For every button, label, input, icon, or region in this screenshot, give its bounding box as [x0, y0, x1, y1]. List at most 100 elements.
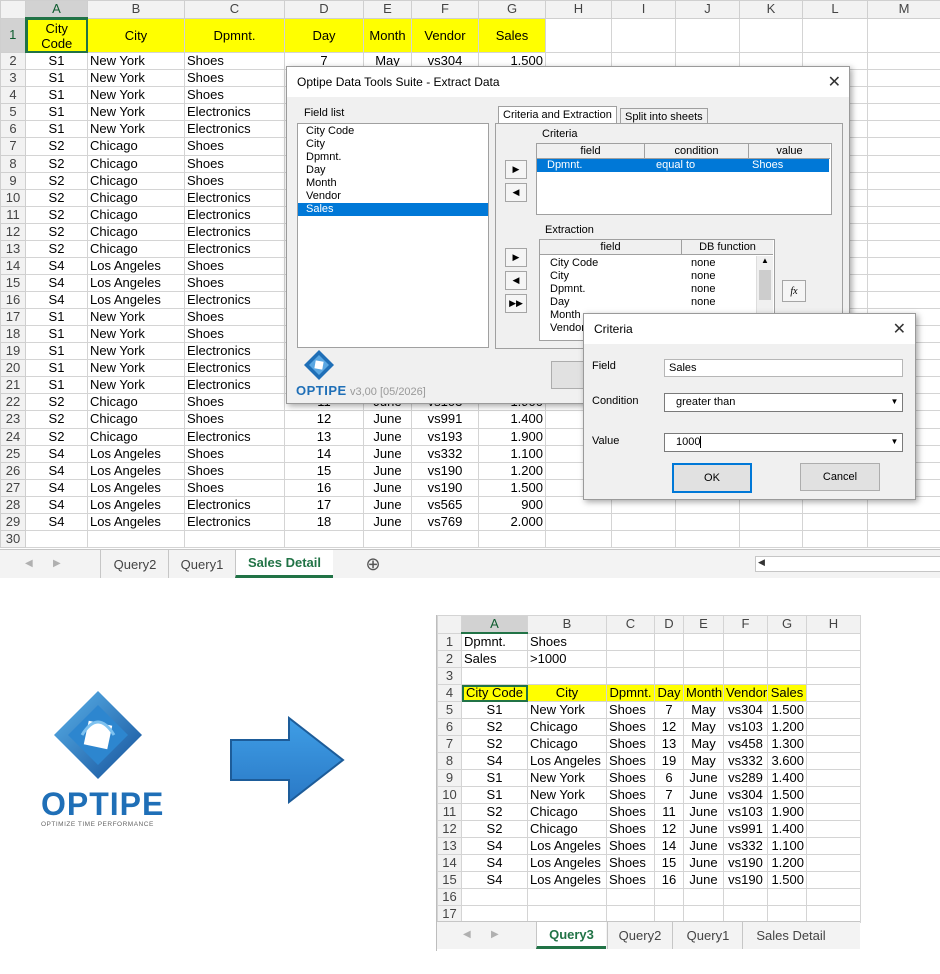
cell[interactable]: S2 [25, 427, 88, 446]
cell[interactable]: 14 [654, 837, 684, 855]
cell[interactable]: Shoes [184, 154, 285, 173]
empty-cell[interactable] [545, 17, 612, 54]
cell[interactable]: vs289 [723, 769, 768, 787]
row-header[interactable]: 4 [0, 86, 26, 105]
row-header[interactable]: 27 [0, 478, 26, 497]
empty-cell[interactable] [806, 820, 861, 838]
header-cell[interactable]: Month [363, 17, 412, 54]
cell[interactable]: Shoes [184, 308, 285, 327]
chevron-down-icon[interactable]: ▼ [889, 436, 900, 448]
result-column-header-h[interactable]: H [806, 615, 861, 634]
empty-cell[interactable] [806, 769, 861, 787]
cell[interactable]: S1 [461, 701, 528, 719]
empty-cell[interactable] [723, 632, 768, 651]
cell[interactable]: Chicago [87, 154, 185, 173]
cell[interactable]: June [683, 854, 724, 872]
cell[interactable]: 1.200 [478, 461, 546, 480]
row-header[interactable]: 2 [437, 650, 462, 668]
row-header[interactable]: 9 [0, 171, 26, 190]
cell[interactable]: S4 [25, 256, 88, 275]
cell[interactable]: >1000 [527, 650, 607, 668]
cell[interactable]: May [683, 718, 724, 736]
result-column-header-c[interactable]: C [606, 615, 655, 634]
cell[interactable]: S2 [461, 718, 528, 736]
empty-cell[interactable] [867, 86, 940, 105]
cell[interactable]: 1.900 [478, 427, 546, 446]
cell[interactable]: Electronics [184, 205, 285, 224]
row-header[interactable]: 2 [0, 52, 26, 71]
cancel-button[interactable]: Cancel [800, 463, 880, 491]
cell[interactable] [478, 529, 546, 549]
value-combobox[interactable]: 1000 ▼ [664, 433, 903, 452]
cell[interactable]: Electronics [184, 290, 285, 310]
row-header[interactable]: 8 [0, 154, 26, 173]
header-cell[interactable]: Dpmnt. [606, 684, 655, 702]
empty-cell[interactable] [606, 667, 655, 685]
row-header[interactable]: 4 [437, 684, 462, 702]
cell[interactable]: S1 [25, 376, 88, 395]
empty-cell[interactable] [802, 17, 868, 54]
empty-cell[interactable] [867, 17, 940, 54]
cell[interactable]: Shoes [184, 256, 285, 275]
result-column-header-b[interactable]: B [527, 615, 607, 634]
empty-cell[interactable] [806, 888, 861, 906]
cell[interactable]: June [683, 837, 724, 855]
scroll-left-icon[interactable]: ◀ [758, 557, 765, 568]
header-cell[interactable]: Dpmnt. [184, 17, 285, 54]
empty-cell[interactable] [867, 529, 940, 549]
cell[interactable] [363, 529, 412, 549]
header-cell[interactable]: Sales [478, 17, 546, 54]
cell[interactable]: vs190 [723, 871, 768, 889]
cell[interactable]: 11 [654, 803, 684, 821]
cell[interactable]: S2 [25, 171, 88, 190]
cell[interactable] [461, 888, 528, 906]
cell[interactable]: 1.200 [767, 854, 807, 872]
empty-cell[interactable] [806, 837, 861, 855]
empty-cell[interactable] [806, 632, 861, 651]
cell[interactable]: Shoes [184, 137, 285, 156]
cell[interactable]: vs565 [411, 495, 479, 514]
cell[interactable] [767, 905, 807, 923]
cell[interactable]: 13 [284, 427, 364, 446]
cell[interactable]: Los Angeles [527, 854, 607, 872]
row-header[interactable]: 28 [0, 495, 26, 514]
row-header[interactable]: 21 [0, 376, 26, 395]
empty-cell[interactable] [654, 650, 684, 668]
row-header[interactable]: 5 [437, 701, 462, 719]
empty-cell[interactable] [675, 512, 740, 531]
cell[interactable]: Shoes [606, 837, 655, 855]
empty-cell[interactable] [767, 667, 807, 685]
cell[interactable]: 7 [654, 786, 684, 804]
row-header[interactable]: 18 [0, 325, 26, 344]
cell[interactable]: Chicago [87, 427, 185, 446]
cell[interactable] [461, 667, 528, 685]
cell[interactable]: S4 [25, 478, 88, 497]
header-cell[interactable]: City [527, 684, 607, 702]
criteria-grid[interactable]: field condition value Dpmnt. equal to Sh… [536, 143, 832, 215]
cell[interactable]: Shoes [184, 393, 285, 412]
cell[interactable]: 900 [478, 495, 546, 514]
cell[interactable]: S1 [25, 86, 88, 105]
cell[interactable] [184, 529, 285, 549]
cell[interactable]: Shoes [606, 701, 655, 719]
header-cell[interactable]: Vendor [411, 17, 479, 54]
result-column-header-e[interactable]: E [683, 615, 724, 634]
empty-cell[interactable] [867, 103, 940, 122]
cell[interactable]: Shoes [527, 632, 607, 651]
cell[interactable]: Chicago [87, 222, 185, 241]
cell[interactable]: S2 [461, 735, 528, 753]
cell[interactable]: vs991 [723, 820, 768, 838]
field-list-item[interactable]: City [298, 138, 488, 151]
empty-cell[interactable] [739, 512, 803, 531]
field-list[interactable]: City Code City Dpmnt. Day Month Vendor Sales [297, 123, 489, 348]
add-sheet-icon[interactable]: ⊕ [358, 550, 388, 578]
extraction-row[interactable]: City Code none [540, 257, 754, 270]
cell[interactable]: S4 [25, 290, 88, 310]
cell[interactable]: 12 [654, 820, 684, 838]
cell[interactable]: Chicago [527, 803, 607, 821]
row-header[interactable]: 14 [0, 256, 26, 275]
cell[interactable]: 17 [284, 495, 364, 514]
cell[interactable]: 6 [654, 769, 684, 787]
empty-cell[interactable] [545, 512, 612, 531]
cell[interactable]: Los Angeles [527, 752, 607, 770]
